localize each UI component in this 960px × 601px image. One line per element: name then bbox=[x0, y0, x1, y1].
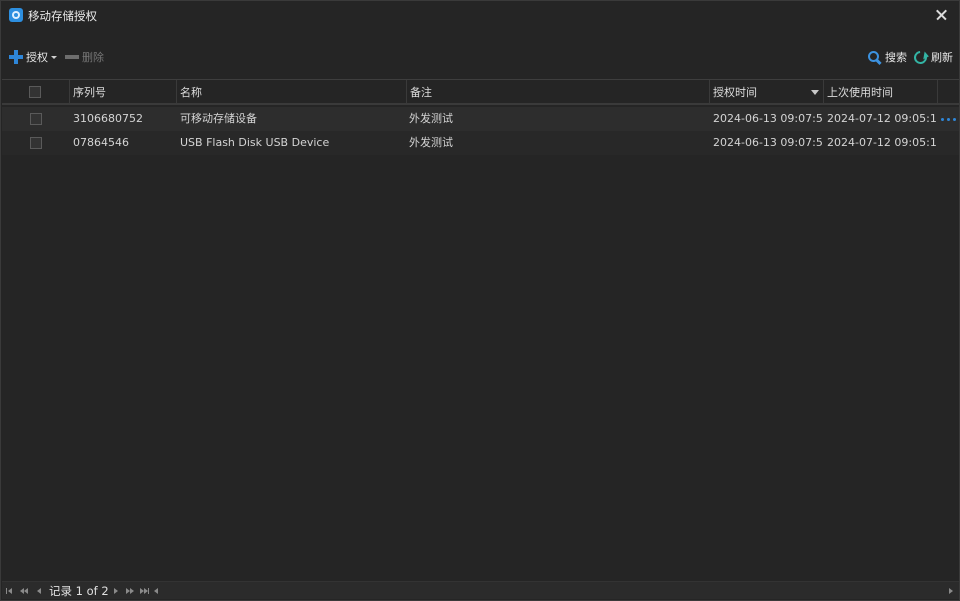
delete-label: 删除 bbox=[82, 51, 104, 64]
refresh-icon bbox=[911, 47, 930, 67]
authorize-label: 授权 bbox=[26, 51, 48, 64]
cell-last-used: 2024-07-12 09:05:15 bbox=[827, 112, 937, 125]
authorize-button[interactable]: 授权 bbox=[9, 49, 57, 65]
search-label: 搜索 bbox=[885, 51, 907, 64]
last-page-bar bbox=[148, 588, 149, 594]
cell-serial: 07864546 bbox=[73, 136, 129, 149]
cell-auth-time: 2024-06-13 09:07:54 bbox=[713, 136, 823, 149]
table-header: 序列号 名称 备注 授权时间 上次使用时间 bbox=[2, 80, 959, 105]
device-table: 序列号 名称 备注 授权时间 上次使用时间 3106680752 可移动存储设备… bbox=[2, 79, 959, 581]
record-counter: 记录 1 of 2 bbox=[49, 584, 109, 598]
cell-remark: 外发测试 bbox=[409, 112, 453, 125]
row-checkbox[interactable] bbox=[30, 113, 42, 125]
cell-last-used: 2024-07-12 09:05:15 bbox=[827, 136, 937, 149]
header-select bbox=[2, 80, 69, 105]
header-last-used[interactable]: 上次使用时间 bbox=[823, 80, 937, 105]
more-options-icon[interactable] bbox=[941, 118, 957, 121]
first-page-icon[interactable] bbox=[8, 588, 12, 594]
refresh-label: 刷新 bbox=[931, 51, 953, 64]
cell-remark: 外发测试 bbox=[409, 136, 453, 149]
header-auth-time[interactable]: 授权时间 bbox=[709, 80, 823, 105]
cell-auth-time: 2024-06-13 09:07:59 bbox=[713, 112, 823, 125]
sort-desc-icon bbox=[811, 90, 819, 95]
prev-page-icon[interactable] bbox=[37, 588, 41, 594]
cell-serial: 3106680752 bbox=[73, 112, 143, 125]
title-bar: 移动存储授权 bbox=[1, 1, 959, 29]
first-page-bar bbox=[6, 588, 7, 594]
auth-window: 移动存储授权 授权 删除 搜索 刷新 序列号 名称 备注 授权时间 上次使用时间… bbox=[0, 0, 960, 601]
close-button[interactable] bbox=[929, 5, 953, 25]
search-button[interactable]: 搜索 bbox=[868, 49, 907, 65]
header-auth-time-label: 授权时间 bbox=[713, 86, 757, 99]
scroll-left-icon[interactable] bbox=[154, 588, 158, 594]
header-name[interactable]: 名称 bbox=[176, 80, 406, 105]
chevron-down-icon[interactable] bbox=[51, 55, 57, 59]
next-group-icon-2 bbox=[130, 588, 134, 594]
prev-group-icon-2 bbox=[24, 588, 28, 594]
pager: 记录 1 of 2 bbox=[2, 581, 959, 599]
row-checkbox[interactable] bbox=[30, 137, 42, 149]
header-remark[interactable]: 备注 bbox=[406, 80, 709, 105]
table-row[interactable]: 3106680752 可移动存储设备 外发测试 2024-06-13 09:07… bbox=[2, 107, 959, 131]
cell-name: 可移动存储设备 bbox=[180, 112, 257, 125]
delete-button[interactable]: 删除 bbox=[65, 49, 104, 65]
cell-name: USB Flash Disk USB Device bbox=[180, 136, 330, 149]
app-shield-icon bbox=[9, 8, 23, 22]
refresh-button[interactable]: 刷新 bbox=[911, 47, 953, 67]
search-icon bbox=[868, 50, 881, 64]
window-title: 移动存储授权 bbox=[28, 9, 97, 23]
table-row[interactable]: 07864546 USB Flash Disk USB Device 外发测试 … bbox=[2, 131, 959, 155]
header-actions bbox=[937, 80, 959, 105]
minus-icon bbox=[65, 55, 79, 59]
toolbar: 授权 删除 搜索 刷新 bbox=[1, 43, 959, 71]
next-page-icon[interactable] bbox=[114, 588, 118, 594]
header-serial[interactable]: 序列号 bbox=[69, 80, 176, 105]
scroll-right-icon[interactable] bbox=[949, 588, 953, 594]
plus-icon bbox=[9, 50, 23, 64]
select-all-checkbox[interactable] bbox=[29, 86, 41, 98]
